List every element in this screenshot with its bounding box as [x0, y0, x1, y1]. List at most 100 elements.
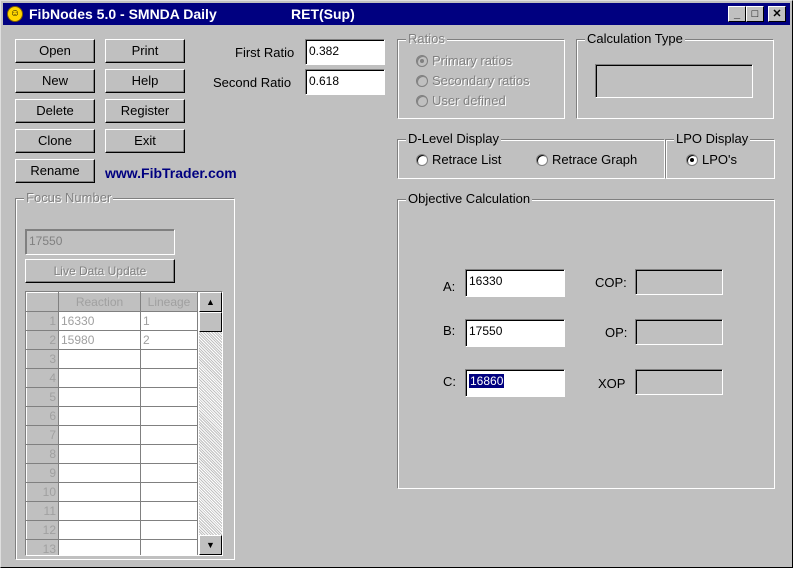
radio-dot-icon	[416, 154, 428, 166]
b-input[interactable]: 17550	[465, 319, 565, 347]
lineage-cell[interactable]	[140, 387, 198, 407]
row-number: 12	[26, 520, 59, 540]
lineage-cell[interactable]: 2	[140, 330, 198, 350]
reaction-cell[interactable]	[58, 406, 141, 426]
new-button[interactable]: New	[15, 69, 95, 93]
maximize-button[interactable]: □	[746, 6, 764, 22]
a-label: A:	[443, 279, 456, 294]
row-number: 9	[26, 463, 59, 483]
table-row[interactable]: 11	[26, 501, 198, 521]
c-input-value: 16860	[469, 374, 505, 388]
row-number: 4	[26, 368, 59, 388]
grid-header-corner	[26, 292, 59, 312]
lineage-cell[interactable]	[140, 539, 198, 555]
reaction-cell[interactable]	[58, 539, 141, 555]
lineage-cell[interactable]	[140, 463, 198, 483]
website-link[interactable]: www.FibTrader.com	[105, 165, 237, 181]
c-input[interactable]: 16860	[465, 369, 565, 397]
radio-primary-ratios[interactable]: Primary ratios	[416, 53, 512, 68]
row-number: 5	[26, 387, 59, 407]
minimize-button[interactable]: _	[728, 6, 746, 22]
lineage-cell[interactable]	[140, 349, 198, 369]
row-number: 3	[26, 349, 59, 369]
radio-user-defined[interactable]: User defined	[416, 93, 506, 108]
reaction-cell[interactable]	[58, 463, 141, 483]
radio-dot-icon	[416, 75, 428, 87]
title-bar[interactable]: ☺ FibNodes 5.0 - SMNDA Daily RET(Sup) _ …	[3, 3, 790, 25]
lineage-cell[interactable]	[140, 406, 198, 426]
table-row[interactable]: 3	[26, 349, 198, 369]
lpo-display-title: LPO Display	[674, 131, 751, 146]
row-number: 11	[26, 501, 59, 521]
row-number: 7	[26, 425, 59, 445]
lineage-cell[interactable]	[140, 444, 198, 464]
table-row[interactable]: 9	[26, 463, 198, 483]
radio-dot-icon	[686, 154, 698, 166]
lineage-cell[interactable]: 1	[140, 311, 198, 331]
app-icon[interactable]: ☺	[7, 6, 23, 22]
table-row[interactable]: 13	[26, 539, 198, 555]
row-number: 1	[26, 311, 59, 331]
objective-calculation-title: Objective Calculation	[406, 191, 533, 206]
table-row[interactable]: 4	[26, 368, 198, 388]
dlevel-display-title: D-Level Display	[406, 131, 502, 146]
reaction-cell[interactable]	[58, 349, 141, 369]
radio-dot-icon	[416, 95, 428, 107]
calculation-type-field	[595, 64, 753, 98]
table-row[interactable]: 8	[26, 444, 198, 464]
reaction-cell[interactable]	[58, 425, 141, 445]
reaction-cell[interactable]	[58, 520, 141, 540]
lineage-cell[interactable]	[140, 425, 198, 445]
lineage-cell[interactable]	[140, 482, 198, 502]
a-input[interactable]: 16330	[465, 269, 565, 297]
reaction-cell[interactable]: 16330	[58, 311, 141, 331]
scroll-thumb[interactable]	[199, 312, 222, 332]
delete-button[interactable]: Delete	[15, 99, 95, 123]
table-row[interactable]: 2 15980 2	[26, 330, 198, 350]
clone-button[interactable]: Clone	[15, 129, 95, 153]
reaction-cell[interactable]: 15980	[58, 330, 141, 350]
grid-scrollbar[interactable]: ▲ ▼	[199, 292, 222, 555]
b-label: B:	[443, 323, 456, 338]
focus-number-input[interactable]: 17550	[25, 229, 175, 255]
reaction-table: Reaction Lineage 1 16330 1 2 15980 2 3 4 5 6 7 8 9 10…	[26, 292, 198, 555]
reaction-cell[interactable]	[58, 501, 141, 521]
table-row[interactable]: 10	[26, 482, 198, 502]
radio-lpos[interactable]: LPO's	[686, 152, 737, 167]
first-ratio-input[interactable]: 0.382	[305, 39, 385, 65]
radio-retrace-list[interactable]: Retrace List	[416, 152, 501, 167]
register-button[interactable]: Register	[105, 99, 185, 123]
table-row[interactable]: 1 16330 1	[26, 311, 198, 331]
second-ratio-input[interactable]: 0.618	[305, 69, 385, 95]
reaction-cell[interactable]	[58, 482, 141, 502]
open-button[interactable]: Open	[15, 39, 95, 63]
rename-button[interactable]: Rename	[15, 159, 95, 183]
radio-retrace-graph[interactable]: Retrace Graph	[536, 152, 637, 167]
reaction-grid[interactable]: Reaction Lineage 1 16330 1 2 15980 2 3 4 5 6 7 8 9 10…	[25, 291, 223, 556]
exit-button[interactable]: Exit	[105, 129, 185, 153]
table-row[interactable]: 6	[26, 406, 198, 426]
scroll-up-arrow-icon[interactable]: ▲	[199, 292, 222, 312]
lineage-cell[interactable]	[140, 520, 198, 540]
scroll-down-arrow-icon[interactable]: ▼	[199, 535, 222, 555]
calculation-type-title: Calculation Type	[585, 31, 685, 46]
lineage-cell[interactable]	[140, 368, 198, 388]
reaction-cell[interactable]	[58, 387, 141, 407]
close-button[interactable]: ✕	[768, 6, 786, 22]
grid-header-reaction[interactable]: Reaction	[58, 292, 141, 312]
row-number: 2	[26, 330, 59, 350]
radio-secondary-ratios[interactable]: Secondary ratios	[416, 73, 530, 88]
print-button[interactable]: Print	[105, 39, 185, 63]
radio-dot-icon	[416, 55, 428, 67]
reaction-cell[interactable]	[58, 368, 141, 388]
table-row[interactable]: 5	[26, 387, 198, 407]
lineage-cell[interactable]	[140, 501, 198, 521]
table-row[interactable]: 7	[26, 425, 198, 445]
op-field	[635, 319, 723, 345]
xop-label: XOP	[598, 376, 626, 391]
reaction-cell[interactable]	[58, 444, 141, 464]
live-data-update-button[interactable]: Live Data Update	[25, 259, 175, 283]
help-button[interactable]: Help	[105, 69, 185, 93]
table-row[interactable]: 12	[26, 520, 198, 540]
grid-header-lineage[interactable]: Lineage	[140, 292, 198, 312]
